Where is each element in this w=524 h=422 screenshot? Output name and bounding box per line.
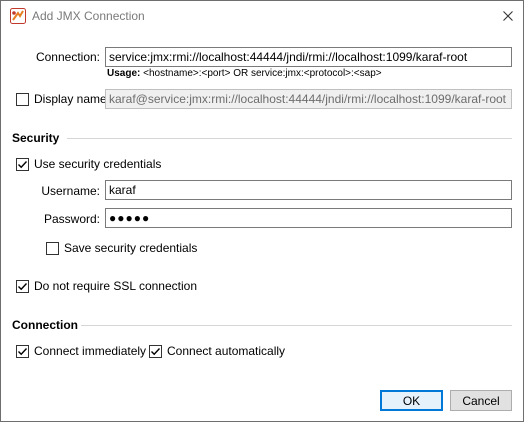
connect-automatically-checkbox-box[interactable] — [149, 344, 162, 358]
title-bar: Add JMX Connection — [1, 1, 523, 31]
use-credentials-checkbox[interactable]: Use security credentials — [16, 157, 161, 171]
checkmark-icon — [18, 160, 28, 168]
connect-immediately-checkbox-box[interactable] — [16, 344, 29, 358]
checkmark-icon — [18, 282, 28, 290]
usage-prefix: Usage: — [107, 68, 141, 79]
security-separator — [67, 138, 512, 139]
dialog-window: Add JMX Connection Connection: service:j… — [0, 0, 524, 422]
no-ssl-checkbox-box[interactable] — [16, 279, 29, 293]
username-label: Username: — [41, 184, 100, 198]
cancel-button[interactable]: Cancel — [450, 390, 512, 411]
close-button[interactable] — [493, 1, 523, 31]
connect-automatically-checkbox[interactable]: Connect automatically — [149, 344, 285, 358]
use-credentials-checkbox-box[interactable] — [16, 157, 29, 171]
connect-immediately-label: Connect immediately — [34, 344, 147, 358]
app-icon — [10, 8, 26, 24]
use-credentials-label: Use security credentials — [34, 157, 162, 171]
save-credentials-checkbox[interactable]: Save security credentials — [46, 241, 197, 255]
connect-immediately-checkbox[interactable]: Connect immediately — [16, 344, 146, 358]
display-name-label: Display name: — [34, 92, 111, 106]
connect-automatically-label: Connect automatically — [167, 344, 286, 358]
no-ssl-checkbox[interactable]: Do not require SSL connection — [16, 279, 197, 293]
security-heading: Security — [12, 131, 60, 145]
display-name-checkbox[interactable]: Display name: — [16, 92, 110, 106]
connection-input[interactable]: service:jmx:rmi://localhost:44444/jndi/r… — [105, 47, 512, 67]
ok-button[interactable]: OK — [380, 390, 443, 411]
connection-heading: Connection — [12, 318, 78, 332]
password-input[interactable]: ●●●●● — [105, 208, 512, 228]
save-credentials-label: Save security credentials — [64, 241, 198, 255]
usage-hint: Usage: <hostname>:<port> OR service:jmx:… — [107, 68, 382, 79]
checkmark-icon — [18, 347, 28, 355]
close-icon — [503, 11, 513, 21]
usage-text: <hostname>:<port> OR service:jmx:<protoc… — [143, 68, 382, 79]
display-name-checkbox-box[interactable] — [16, 92, 29, 106]
connection-label: Connection: — [35, 50, 100, 64]
password-mask: ●●●●● — [109, 211, 151, 225]
no-ssl-label: Do not require SSL connection — [34, 279, 197, 293]
window-title: Add JMX Connection — [32, 9, 145, 23]
save-credentials-checkbox-box[interactable] — [46, 241, 59, 255]
connection-separator — [81, 325, 512, 326]
checkmark-icon — [151, 347, 161, 355]
display-name-input[interactable]: karaf@service:jmx:rmi://localhost:44444/… — [105, 89, 512, 109]
password-label: Password: — [43, 212, 100, 226]
username-input[interactable]: karaf — [105, 180, 512, 200]
